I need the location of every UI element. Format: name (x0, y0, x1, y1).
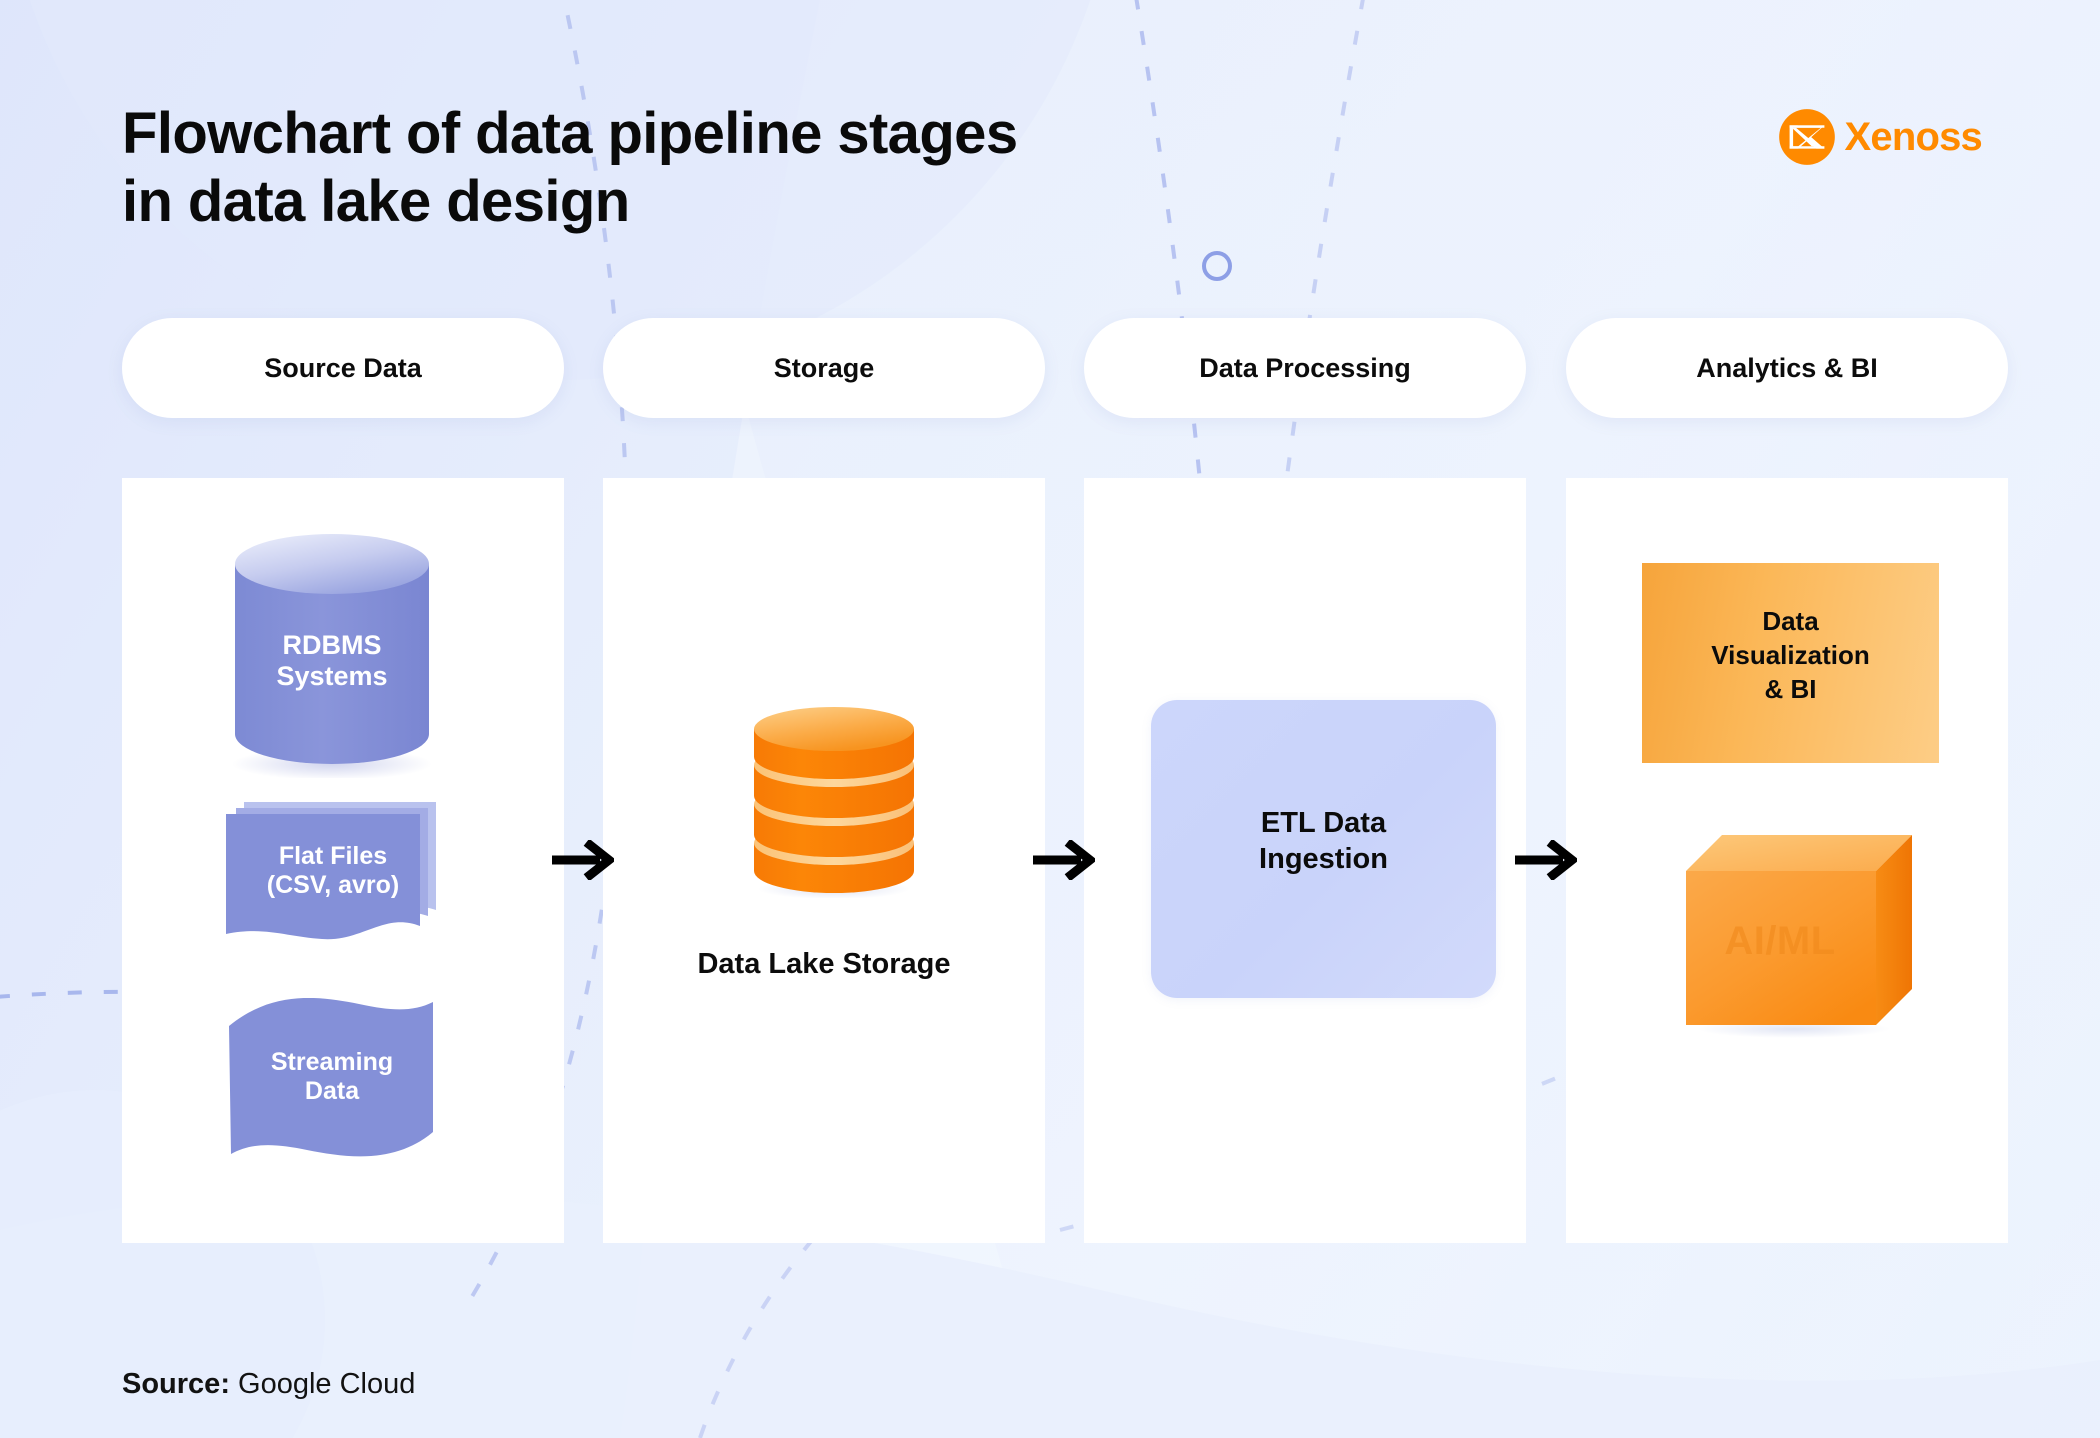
source-label: Source: (122, 1368, 230, 1400)
connector-processing-to-analytics (1515, 838, 1580, 882)
connector-source-to-storage (552, 838, 617, 882)
xenoss-logo-icon (1778, 109, 1835, 165)
stage-panel-source-data: RDBMS Systems Flat Files (CSV, avro) Str… (122, 478, 564, 1243)
stacked-documents-icon (226, 802, 436, 940)
stage-header-source-data[interactable]: Source Data (122, 318, 564, 418)
stage-panel-analytics-bi: Data Visualization & BI AI/ML (1566, 478, 2008, 1243)
page-title: Flowchart of data pipeline stages in dat… (122, 101, 1018, 234)
stage-header-analytics-bi[interactable]: Analytics & BI (1566, 318, 2008, 418)
stage-column-storage: Storage Data Lake Storage (603, 318, 1045, 1243)
node-etl-data-ingestion[interactable]: ETL Data Ingestion (1151, 700, 1496, 998)
stage-header-data-processing[interactable]: Data Processing (1084, 318, 1526, 418)
node-label-etl-data-ingestion: ETL Data Ingestion (1259, 807, 1388, 876)
connector-storage-to-processing (1033, 838, 1098, 882)
arrow-right-icon (1515, 838, 1580, 882)
xenoss-logo[interactable]: Xenoss (1778, 108, 1983, 166)
node-label-data-lake-storage: Data Lake Storage (697, 948, 951, 980)
stage-panel-storage: Data Lake Storage (603, 478, 1045, 1243)
arrow-right-icon (1033, 838, 1098, 882)
database-stack-icon (754, 707, 914, 899)
wave-shape-icon (229, 997, 433, 1157)
stage-panel-data-processing: ETL Data Ingestion (1084, 478, 1526, 1243)
cylinder-icon (232, 534, 432, 780)
node-data-visualization-bi[interactable]: Data Visualization & BI (1642, 563, 1939, 763)
node-streaming-data[interactable]: Streaming Data (227, 997, 437, 1168)
node-label-data-visualization-bi: Data Visualization & BI (1711, 606, 1870, 704)
source-value: Google Cloud (238, 1368, 416, 1400)
node-flat-files[interactable]: Flat Files (CSV, avro) (222, 798, 444, 958)
logo-wordmark: Xenoss (1844, 114, 1983, 159)
infographic-canvas: Flowchart of data pipeline stages in dat… (0, 0, 2100, 1438)
node-ai-ml[interactable]: AI/ML (1684, 833, 1914, 1038)
source-note: Source: Google Cloud (122, 1368, 415, 1401)
stage-column-source-data: Source Data RDBMS Systems Flat Files (CS… (122, 318, 564, 1243)
stage-column-data-processing: Data Processing ETL Data Ingestion (1084, 318, 1526, 1243)
stage-header-storage[interactable]: Storage (603, 318, 1045, 418)
node-rdbms-systems[interactable]: RDBMS Systems (227, 528, 437, 780)
node-label-ai-ml: AI/ML (1724, 919, 1836, 963)
stage-column-analytics-bi: Analytics & BI Data Visualization & BI A… (1566, 318, 2008, 1243)
node-data-lake-storage[interactable] (748, 703, 920, 899)
arrow-right-icon (552, 838, 617, 882)
